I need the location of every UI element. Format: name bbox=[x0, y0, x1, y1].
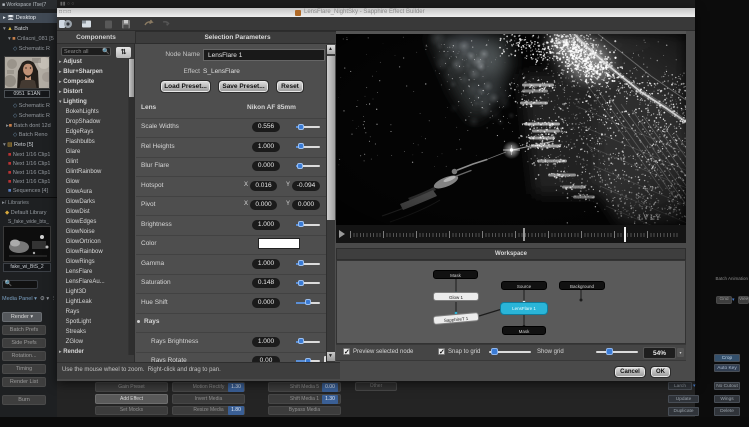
svg-text:LVLY: LVLY bbox=[638, 213, 662, 222]
